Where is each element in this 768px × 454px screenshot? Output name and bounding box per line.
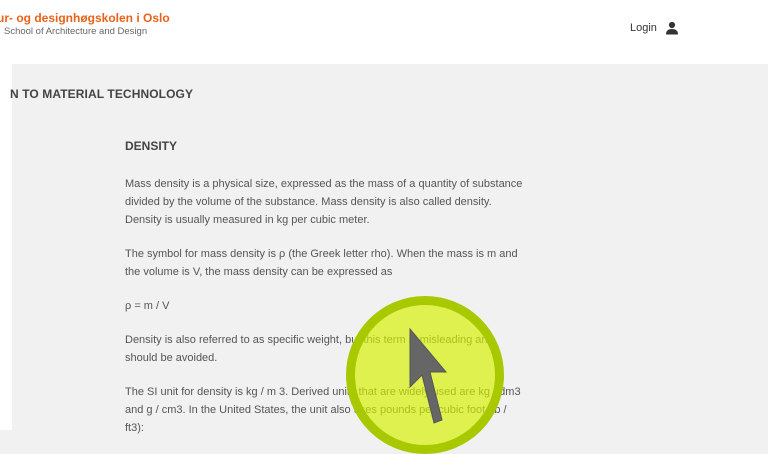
- school-logo[interactable]: ur- og designhøgskolen i Oslo School of …: [0, 11, 170, 38]
- login-button[interactable]: Login: [630, 21, 679, 35]
- mouse-pointer-icon: [409, 327, 448, 424]
- course-title: N TO MATERIAL TECHNOLOGY: [10, 87, 194, 101]
- article-heading: DENSITY: [125, 139, 178, 153]
- user-icon: [665, 21, 678, 35]
- login-label: Login: [630, 22, 657, 34]
- site-header: ur- og designhøgskolen i Oslo School of …: [0, 0, 768, 64]
- article-paragraph: Mass density is a physical size, express…: [125, 178, 523, 226]
- article-paragraph: The symbol for mass density is ρ (the Gr…: [125, 248, 518, 278]
- school-subtitle: School of Architecture and Design: [4, 26, 148, 37]
- school-name: ur- og designhøgskolen i Oslo: [0, 11, 170, 25]
- left-edge-strip: [0, 0, 12, 430]
